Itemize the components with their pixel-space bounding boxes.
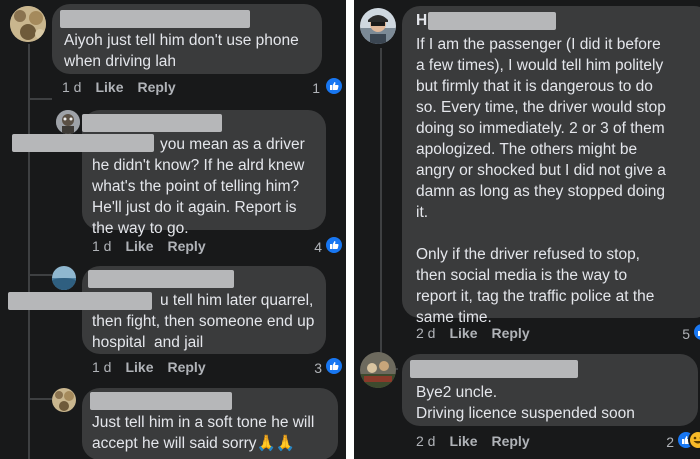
redacted-author-name	[88, 270, 234, 288]
redacted-author-name	[82, 114, 222, 132]
right-comment-thread: H If I am the passenger (I did it before…	[354, 0, 700, 459]
comment-bubble: you mean as a driver he didn't know? If …	[82, 110, 326, 237]
comment-text: Aiyoh just tell him don't use phone when…	[64, 32, 299, 70]
like-icon	[324, 76, 344, 96]
timestamp[interactable]: 1 d	[92, 238, 111, 254]
redacted-mention	[12, 134, 154, 152]
reaction-count[interactable]: 4	[302, 238, 322, 256]
left-comment-thread: Aiyoh just tell him don't use phone when…	[0, 0, 346, 459]
timestamp[interactable]: 1 d	[62, 79, 81, 95]
redacted-mention	[8, 292, 152, 310]
like-button[interactable]: Like	[125, 238, 153, 254]
timestamp[interactable]: 2 d	[416, 433, 435, 449]
thread-line	[28, 398, 52, 400]
reply-button[interactable]: Reply	[167, 359, 205, 375]
reply-button[interactable]: Reply	[137, 79, 175, 95]
comment-bubble: u tell him later quarrel, then fight, th…	[82, 266, 326, 354]
avatar[interactable]	[52, 266, 76, 290]
avatar[interactable]	[360, 8, 396, 44]
reaction-count[interactable]: 2	[654, 433, 674, 451]
timestamp[interactable]: 2 d	[416, 325, 435, 341]
reaction-count[interactable]: 5	[666, 325, 690, 343]
redacted-author-name	[410, 360, 578, 378]
comment-bubble: Aiyoh just tell him don't use phone when…	[52, 4, 322, 74]
reply-button[interactable]: Reply	[491, 325, 529, 341]
thread-line	[28, 44, 30, 459]
reaction-count[interactable]: 1	[300, 79, 320, 97]
redacted-author-name	[60, 10, 250, 28]
comment-text: If I am the passenger (I did it before a…	[416, 36, 666, 326]
comment-actions: 1 d Like Reply	[92, 357, 220, 377]
comment-bubble: Bye2 uncle. Driving licence suspended so…	[402, 354, 698, 426]
avatar[interactable]	[10, 6, 46, 42]
comment-actions: 2 d Like Reply	[416, 431, 544, 451]
comment-bubble: Just tell him in a soft tone he will acc…	[82, 388, 338, 459]
like-button[interactable]: Like	[95, 79, 123, 95]
thread-line	[28, 274, 52, 276]
comment-actions: 1 d Like Reply	[62, 77, 190, 97]
thread-line	[28, 98, 52, 100]
like-icon	[324, 235, 344, 255]
reply-button[interactable]: Reply	[167, 238, 205, 254]
redacted-author-name	[428, 12, 556, 30]
comment-text: Bye2 uncle. Driving licence suspended so…	[416, 384, 635, 422]
author-name[interactable]: H	[416, 10, 427, 31]
comment-text: Just tell him in a soft tone he will acc…	[92, 414, 315, 452]
redacted-author-name	[90, 392, 232, 410]
timestamp[interactable]: 1 d	[92, 359, 111, 375]
like-button[interactable]: Like	[125, 359, 153, 375]
avatar[interactable]	[360, 352, 396, 388]
avatar[interactable]	[56, 110, 80, 134]
like-icon	[692, 322, 700, 342]
comment-actions: 2 d Like Reply	[416, 323, 544, 343]
reaction-count[interactable]: 3	[302, 359, 322, 377]
like-button[interactable]: Like	[449, 325, 477, 341]
like-button[interactable]: Like	[449, 433, 477, 449]
laugh-icon	[688, 430, 700, 450]
like-icon	[324, 356, 344, 376]
comment-bubble: H If I am the passenger (I did it before…	[402, 6, 700, 326]
avatar[interactable]	[52, 388, 76, 412]
reply-button[interactable]: Reply	[491, 433, 529, 449]
thread-line	[380, 48, 382, 368]
comment-actions: 1 d Like Reply	[92, 236, 220, 256]
